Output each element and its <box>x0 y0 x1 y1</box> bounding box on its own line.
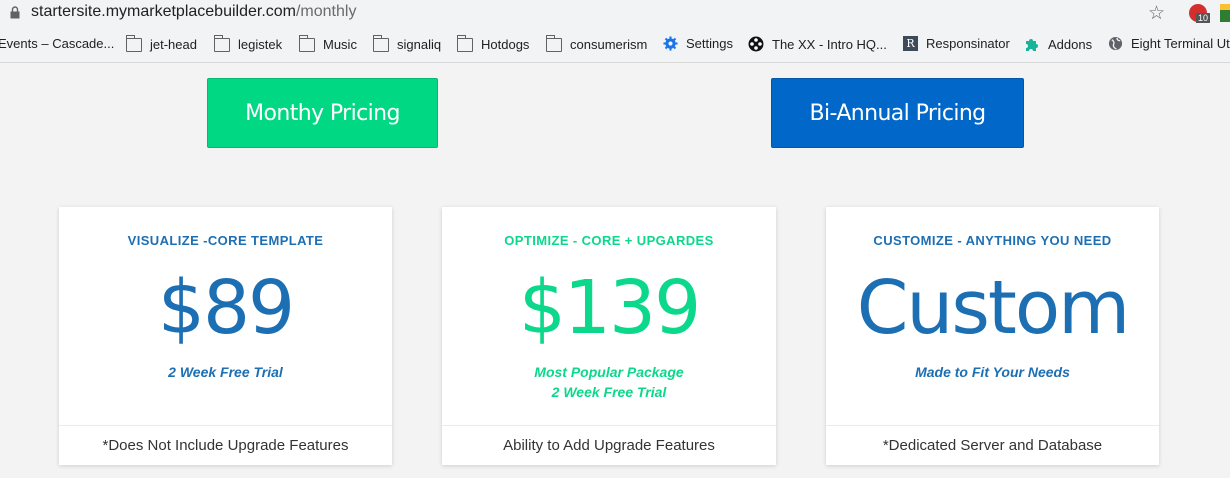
url-text[interactable]: startersite.mymarketplacebuilder.com/mon… <box>31 3 356 21</box>
folder-icon <box>456 35 473 52</box>
bookmark-label: Hotdogs <box>481 36 530 52</box>
bookmark-hotdogs[interactable]: Hotdogs <box>456 35 530 52</box>
address-bar[interactable]: startersite.mymarketplacebuilder.com/mon… <box>0 0 1230 26</box>
plan-note: 2 Week Free Trial <box>59 362 392 382</box>
bookmark-addons[interactable]: Addons <box>1024 36 1092 52</box>
plan-note-line: 2 Week Free Trial <box>168 364 283 380</box>
folder-icon <box>372 35 389 52</box>
bookmark-label: Addons <box>1048 36 1093 52</box>
monthly-pricing-button[interactable]: Monthy Pricing <box>207 78 438 148</box>
plan-note: Made to Fit Your Needs <box>826 362 1159 382</box>
bookmarks-bar: Events – Cascade... jet-head legistek Mu… <box>0 26 1230 63</box>
extension-icon[interactable] <box>1220 4 1230 22</box>
bookmark-label: jet-head <box>150 36 197 52</box>
bookmark-signaliq[interactable]: signaliq <box>372 35 442 52</box>
bookmark-label: Music <box>323 36 357 52</box>
bookmark-consumerism[interactable]: consumerism <box>545 35 648 52</box>
plan-footer: *Does Not Include Upgrade Features <box>59 425 392 466</box>
bookmark-label: Settings <box>686 36 733 51</box>
bookmark-jet-head[interactable]: jet-head <box>125 35 197 52</box>
plan-footer: Ability to Add Upgrade Features <box>442 425 776 466</box>
plan-note-line: Made to Fit Your Needs <box>915 364 1070 380</box>
bookmark-settings[interactable]: Settings <box>663 36 733 51</box>
globe-icon <box>1108 36 1123 51</box>
bookmark-music[interactable]: Music <box>298 35 357 52</box>
gear-icon <box>663 36 678 51</box>
folder-icon <box>213 35 230 52</box>
bookmark-the-xx[interactable]: The XX - Intro HQ... <box>748 36 887 52</box>
plan-category: OPTIMIZE - CORE + UPGARDES <box>504 233 714 248</box>
bookmark-legistek[interactable]: legistek <box>213 35 283 52</box>
folder-icon <box>545 35 562 52</box>
biannual-pricing-button[interactable]: Bi-Annual Pricing <box>771 78 1024 148</box>
plan-price: Custom <box>856 265 1131 351</box>
plan-category: VISUALIZE -CORE TEMPLATE <box>127 233 324 248</box>
plan-footer: *Dedicated Server and Database <box>826 425 1159 466</box>
folder-icon <box>298 35 315 52</box>
pricing-card-customize: CUSTOMIZE - ANYTHING YOU NEED Custom Mad… <box>826 207 1159 465</box>
bookmark-eight-terminal[interactable]: Eight Terminal Uti <box>1108 36 1230 51</box>
plan-note-line: 2 Week Free Trial <box>551 384 667 400</box>
folder-icon <box>125 35 142 52</box>
bookmark-label: legistek <box>238 36 283 52</box>
bookmark-responsinator[interactable]: R Responsinator <box>903 36 1010 51</box>
bookmark-label: consumerism <box>570 36 648 52</box>
bookmark-label: Responsinator <box>926 36 1010 51</box>
pricing-card-visualize: VISUALIZE -CORE TEMPLATE $89 2 Week Free… <box>59 207 392 465</box>
bookmark-label: Events – Cascade... <box>0 36 115 51</box>
bookmark-events-cascade[interactable]: Events – Cascade... <box>0 36 114 51</box>
puzzle-icon <box>1026 39 1038 51</box>
bookmark-label: Eight Terminal Uti <box>1131 36 1230 51</box>
plan-note: Most Popular Package 2 Week Free Trial <box>442 362 776 402</box>
plan-price: $139 <box>518 265 701 351</box>
adblock-count-badge: 10 <box>1196 13 1211 23</box>
bookmark-star-icon[interactable]: ☆ <box>1148 2 1165 25</box>
plan-note-line: Most Popular Package <box>534 364 684 380</box>
film-reel-icon <box>748 36 764 52</box>
url-host: startersite.mymarketplacebuilder.com <box>31 3 296 20</box>
lock-icon <box>10 6 20 19</box>
bookmark-label: signaliq <box>397 36 442 52</box>
bookmark-label: The XX - Intro HQ... <box>772 36 887 52</box>
url-path: /monthly <box>295 3 357 20</box>
plan-price: $89 <box>157 265 295 351</box>
plan-category: CUSTOMIZE - ANYTHING YOU NEED <box>873 233 1112 248</box>
pricing-card-optimize: OPTIMIZE - CORE + UPGARDES $139 Most Pop… <box>442 207 776 465</box>
r-icon: R <box>903 36 918 51</box>
